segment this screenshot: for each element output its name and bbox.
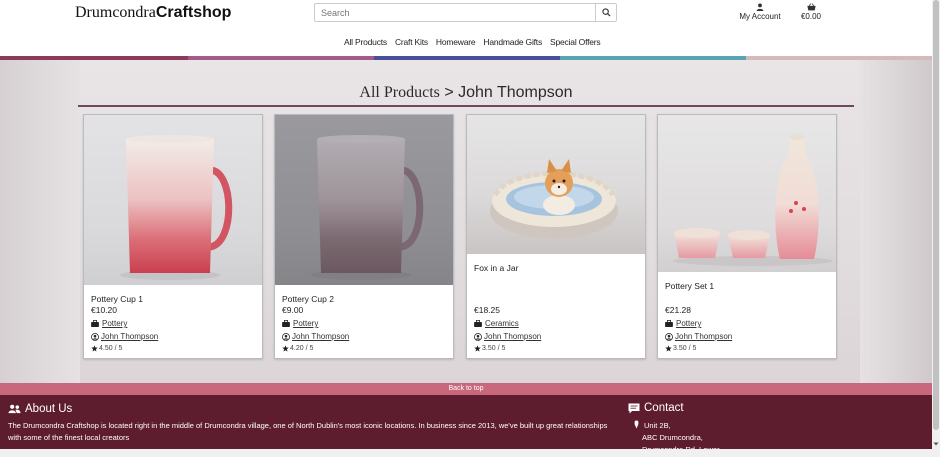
briefcase-icon (474, 320, 482, 327)
product-card[interactable]: Fox in a Jar €18.25 Ceramics John Thomps… (466, 114, 646, 359)
product-card[interactable]: Pottery Set 1 €21.28 Pottery John Thomps… (657, 114, 837, 359)
star-icon (282, 345, 289, 352)
my-account-link[interactable]: My Account (737, 3, 783, 21)
nav-craft-kits[interactable]: Craft Kits (395, 37, 428, 47)
product-name[interactable]: Pottery Cup 1 (91, 294, 143, 304)
contact-heading: Contact (628, 402, 684, 414)
background-left (0, 60, 80, 383)
product-category[interactable]: Pottery (282, 319, 318, 328)
product-name[interactable]: Pottery Set 1 (665, 281, 714, 291)
product-price: €9.00 (282, 305, 304, 315)
user-circle-icon (474, 332, 482, 341)
product-category[interactable]: Pottery (91, 319, 127, 328)
nav-all-products[interactable]: All Products (344, 37, 387, 47)
product-maker[interactable]: John Thompson (665, 332, 732, 341)
map-pin-icon (634, 420, 639, 429)
back-to-top-link[interactable]: Back to top (0, 383, 932, 395)
category-link[interactable]: Pottery (293, 319, 318, 328)
category-link[interactable]: Pottery (676, 319, 701, 328)
product-card[interactable]: Pottery Cup 2 €9.00 Pottery John Thompso… (274, 114, 454, 359)
product-price: €21.28 (665, 305, 691, 315)
vertical-scrollbar-thumb[interactable] (933, 0, 939, 430)
category-link[interactable]: Ceramics (485, 319, 519, 328)
breadcrumb-separator: > (439, 84, 459, 101)
product-category[interactable]: Pottery (665, 319, 701, 328)
product-category[interactable]: Ceramics (474, 319, 519, 328)
nav-special-offers[interactable]: Special Offers (550, 37, 601, 47)
page-title: All Products > John Thompson (0, 84, 932, 102)
breadcrumb-current: John Thompson (458, 84, 573, 101)
search-button[interactable] (595, 4, 616, 21)
briefcase-icon (665, 320, 673, 327)
product-price: €18.25 (474, 305, 500, 315)
logo-part2: Craftshop (155, 4, 232, 21)
cart-link[interactable]: €0.00 (798, 3, 824, 21)
product-maker[interactable]: John Thompson (282, 332, 349, 341)
shopping-basket-icon (806, 3, 816, 11)
contact-title: Contact (644, 402, 684, 414)
scroll-down-arrow-icon[interactable] (932, 440, 940, 448)
rating-value: 3.50 / 5 (482, 345, 506, 352)
product-name[interactable]: Fox in a Jar (474, 263, 518, 273)
maker-link[interactable]: John Thompson (484, 332, 541, 341)
star-icon (91, 345, 98, 352)
rating-value: 4.20 / 5 (290, 345, 314, 352)
maker-link[interactable]: John Thompson (101, 332, 158, 341)
product-rating: 3.50 / 5 (474, 345, 505, 352)
product-image[interactable] (467, 115, 645, 254)
horizontal-scrollbar[interactable] (0, 449, 940, 457)
about-text: The Drumcondra Craftshop is located righ… (8, 421, 608, 442)
maker-link[interactable]: John Thompson (292, 332, 349, 341)
users-icon (8, 404, 21, 414)
about-heading: About Us (8, 403, 72, 415)
product-image[interactable] (84, 115, 262, 285)
main-content: All Products > John Thompson Pottery Cup… (0, 60, 932, 383)
rating-value: 3.50 / 5 (673, 345, 697, 352)
site-header: DrumcondraCraftshop My Account €0.00 All… (0, 0, 932, 56)
site-logo[interactable]: DrumcondraCraftshop (75, 4, 231, 22)
product-maker[interactable]: John Thompson (91, 332, 158, 341)
product-price: €10.20 (91, 305, 117, 315)
cart-total: €0.00 (800, 12, 822, 21)
search-bar (314, 3, 617, 22)
briefcase-icon (91, 320, 99, 327)
my-account-label: My Account (739, 12, 781, 21)
product-rating: 3.50 / 5 (665, 345, 696, 352)
nav-handmade-gifts[interactable]: Handmade Gifts (483, 37, 542, 47)
rating-value: 4.50 / 5 (99, 345, 123, 352)
product-rating: 4.50 / 5 (91, 345, 122, 352)
address-line: Unit 2B, (644, 421, 671, 430)
title-underline (78, 105, 854, 107)
address-line: ABC Drumcondra, (642, 433, 703, 442)
maker-link[interactable]: John Thompson (675, 332, 732, 341)
product-name[interactable]: Pottery Cup 2 (282, 294, 334, 304)
user-circle-icon (665, 332, 673, 341)
star-icon (665, 345, 672, 352)
product-rating: 4.20 / 5 (282, 345, 313, 352)
vertical-scrollbar[interactable] (932, 0, 940, 449)
briefcase-icon (282, 320, 290, 327)
user-circle-icon (282, 332, 290, 341)
user-circle-icon (91, 332, 99, 341)
comment-icon (628, 403, 640, 413)
nav-homeware[interactable]: Homeware (436, 37, 476, 47)
star-icon (474, 345, 481, 352)
logo-part1: Drumcondra (75, 4, 156, 21)
product-image[interactable] (658, 115, 836, 272)
product-image[interactable] (275, 115, 453, 285)
user-icon (756, 3, 764, 11)
about-title: About Us (25, 403, 73, 415)
search-icon (601, 8, 611, 17)
search-input[interactable] (315, 4, 595, 21)
main-nav: All Products Craft Kits Homeware Handmad… (344, 37, 601, 47)
product-card[interactable]: Pottery Cup 1 €10.20 Pottery John Thomps… (83, 114, 263, 359)
category-link[interactable]: Pottery (102, 319, 127, 328)
background-right (860, 60, 932, 383)
product-maker[interactable]: John Thompson (474, 332, 541, 341)
site-footer: About Us The Drumcondra Craftshop is loc… (0, 395, 932, 457)
breadcrumb-root[interactable]: All Products (359, 84, 439, 101)
